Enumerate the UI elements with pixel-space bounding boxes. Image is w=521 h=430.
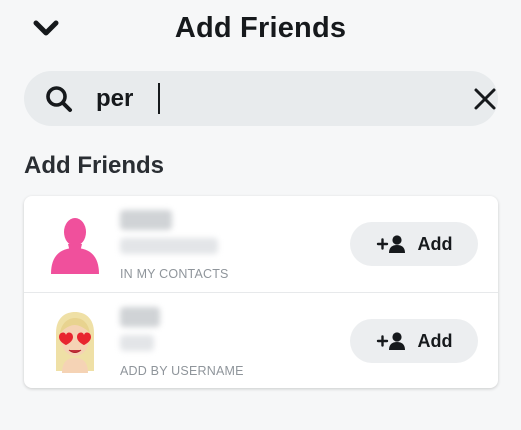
add-friend-button[interactable]: Add (350, 319, 478, 363)
list-item[interactable]: IN MY CONTACTS Add (24, 196, 498, 292)
add-friend-button[interactable]: Add (350, 222, 478, 266)
add-button-label: Add (417, 233, 453, 254)
result-source-label: ADD BY USERNAME (120, 364, 244, 378)
results-card: IN MY CONTACTS Add ADD BY USERNAME Add (24, 196, 498, 388)
redacted-username (120, 335, 154, 351)
add-friend-icon (376, 332, 405, 350)
result-source-label: IN MY CONTACTS (120, 267, 229, 281)
bitmoji-heart-eyes-avatar (56, 312, 94, 373)
add-friend-icon (376, 235, 405, 253)
redacted-display-name (120, 307, 160, 327)
page-title: Add Friends (174, 12, 347, 44)
pink-silhouette-avatar (51, 218, 99, 274)
search-bar[interactable] (24, 71, 498, 126)
text-cursor (158, 83, 160, 114)
header: Add Friends (0, 0, 521, 56)
section-title: Add Friends (24, 152, 165, 179)
list-item[interactable]: ADD BY USERNAME Add (24, 292, 498, 388)
redacted-display-name (120, 210, 172, 230)
search-icon (46, 86, 72, 112)
close-icon[interactable] (470, 84, 500, 114)
redacted-username (120, 238, 218, 254)
search-input[interactable] (96, 80, 426, 118)
add-button-label: Add (417, 330, 453, 351)
